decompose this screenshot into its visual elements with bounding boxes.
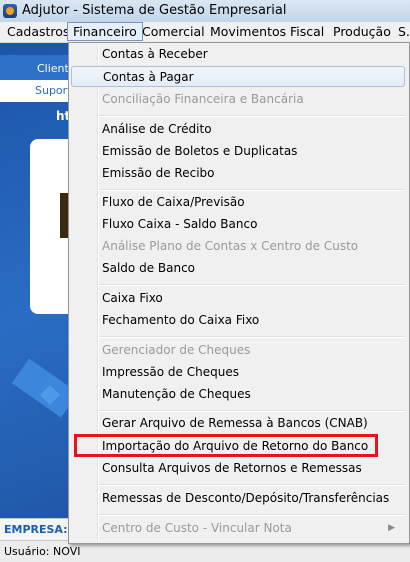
empresa-label: EMPRESA: bbox=[4, 523, 68, 536]
menu-item-analise-credito[interactable]: Análise de Crédito bbox=[71, 119, 405, 140]
menu-movimentos[interactable]: Movimentos bbox=[205, 23, 291, 40]
menu-item-contas-pagar[interactable]: Contas à Pagar bbox=[71, 66, 405, 87]
menu-separator bbox=[99, 514, 405, 516]
suporte-label[interactable]: Suport bbox=[35, 84, 72, 97]
menu-item-centro-custo-label: Centro de Custo - Vincular Nota bbox=[102, 521, 292, 535]
menu-item-centro-custo: Centro de Custo - Vincular Nota ▶ bbox=[71, 518, 405, 539]
menu-comercial[interactable]: Comercial bbox=[137, 23, 210, 40]
menu-item-gerenciador-cheques: Gerenciador de Cheques bbox=[102, 343, 251, 357]
menu-item-remessas-desconto[interactable]: Remessas de Desconto/Depósito/Transferên… bbox=[71, 488, 405, 509]
menu-fiscal[interactable]: Fiscal bbox=[285, 23, 329, 40]
menu-item-saldo-banco[interactable]: Saldo de Banco bbox=[71, 258, 405, 279]
menu-bar: Cadastros Financeiro Comercial Movimento… bbox=[0, 22, 410, 43]
title-bar: Adjutor - Sistema de Gestão Empresarial bbox=[0, 0, 410, 23]
menu-item-fechamento-caixa[interactable]: Fechamento do Caixa Fixo bbox=[71, 310, 405, 331]
menu-separator bbox=[99, 115, 405, 117]
menu-separator bbox=[99, 410, 405, 412]
menu-separator bbox=[99, 189, 405, 191]
menu-item-impressao-cheques[interactable]: Impressão de Cheques bbox=[71, 362, 405, 383]
menu-item-emissao-boletos[interactable]: Emissão de Boletos e Duplicatas bbox=[71, 141, 405, 162]
status-user: Usuário: NOVI bbox=[4, 545, 81, 558]
highlight-annotation-box bbox=[74, 434, 378, 457]
menu-item-contas-receber[interactable]: Contas à Receber bbox=[71, 44, 405, 65]
menu-separator bbox=[99, 336, 405, 338]
menu-item-manutencao-cheques[interactable]: Manutenção de Cheques bbox=[71, 384, 405, 405]
menu-financeiro[interactable]: Financeiro bbox=[67, 22, 143, 41]
menu-item-fluxo-caixa[interactable]: Fluxo de Caixa/Previsão bbox=[71, 192, 405, 213]
menu-producao[interactable]: Produção bbox=[328, 23, 396, 40]
menu-item-emissao-recibo[interactable]: Emissão de Recibo bbox=[71, 163, 405, 184]
menu-item-fluxo-saldo-banco[interactable]: Fluxo Caixa - Saldo Banco bbox=[71, 214, 405, 235]
menu-item-analise-plano: Análise Plano de Contas x Centro de Cust… bbox=[102, 239, 359, 253]
menu-item-caixa-fixo[interactable]: Caixa Fixo bbox=[71, 288, 405, 309]
menu-si[interactable]: S.I bbox=[393, 23, 410, 40]
menu-item-conciliacao: Conciliação Financeira e Bancária bbox=[102, 92, 304, 106]
menu-separator bbox=[99, 284, 405, 286]
submenu-arrow-icon: ▶ bbox=[388, 523, 395, 533]
menu-separator bbox=[99, 484, 405, 486]
menu-item-consulta-arquivos[interactable]: Consulta Arquivos de Retornos e Remessas bbox=[71, 458, 405, 479]
window-title: Adjutor - Sistema de Gestão Empresarial bbox=[22, 3, 287, 18]
menu-item-gerar-remessa[interactable]: Gerar Arquivo de Remessa à Bancos (CNAB) bbox=[71, 413, 405, 434]
menu-cadastros[interactable]: Cadastros bbox=[2, 23, 74, 40]
app-logo-icon bbox=[3, 4, 17, 18]
financeiro-dropdown: Contas à Receber Contas à Pagar Concilia… bbox=[68, 42, 410, 544]
